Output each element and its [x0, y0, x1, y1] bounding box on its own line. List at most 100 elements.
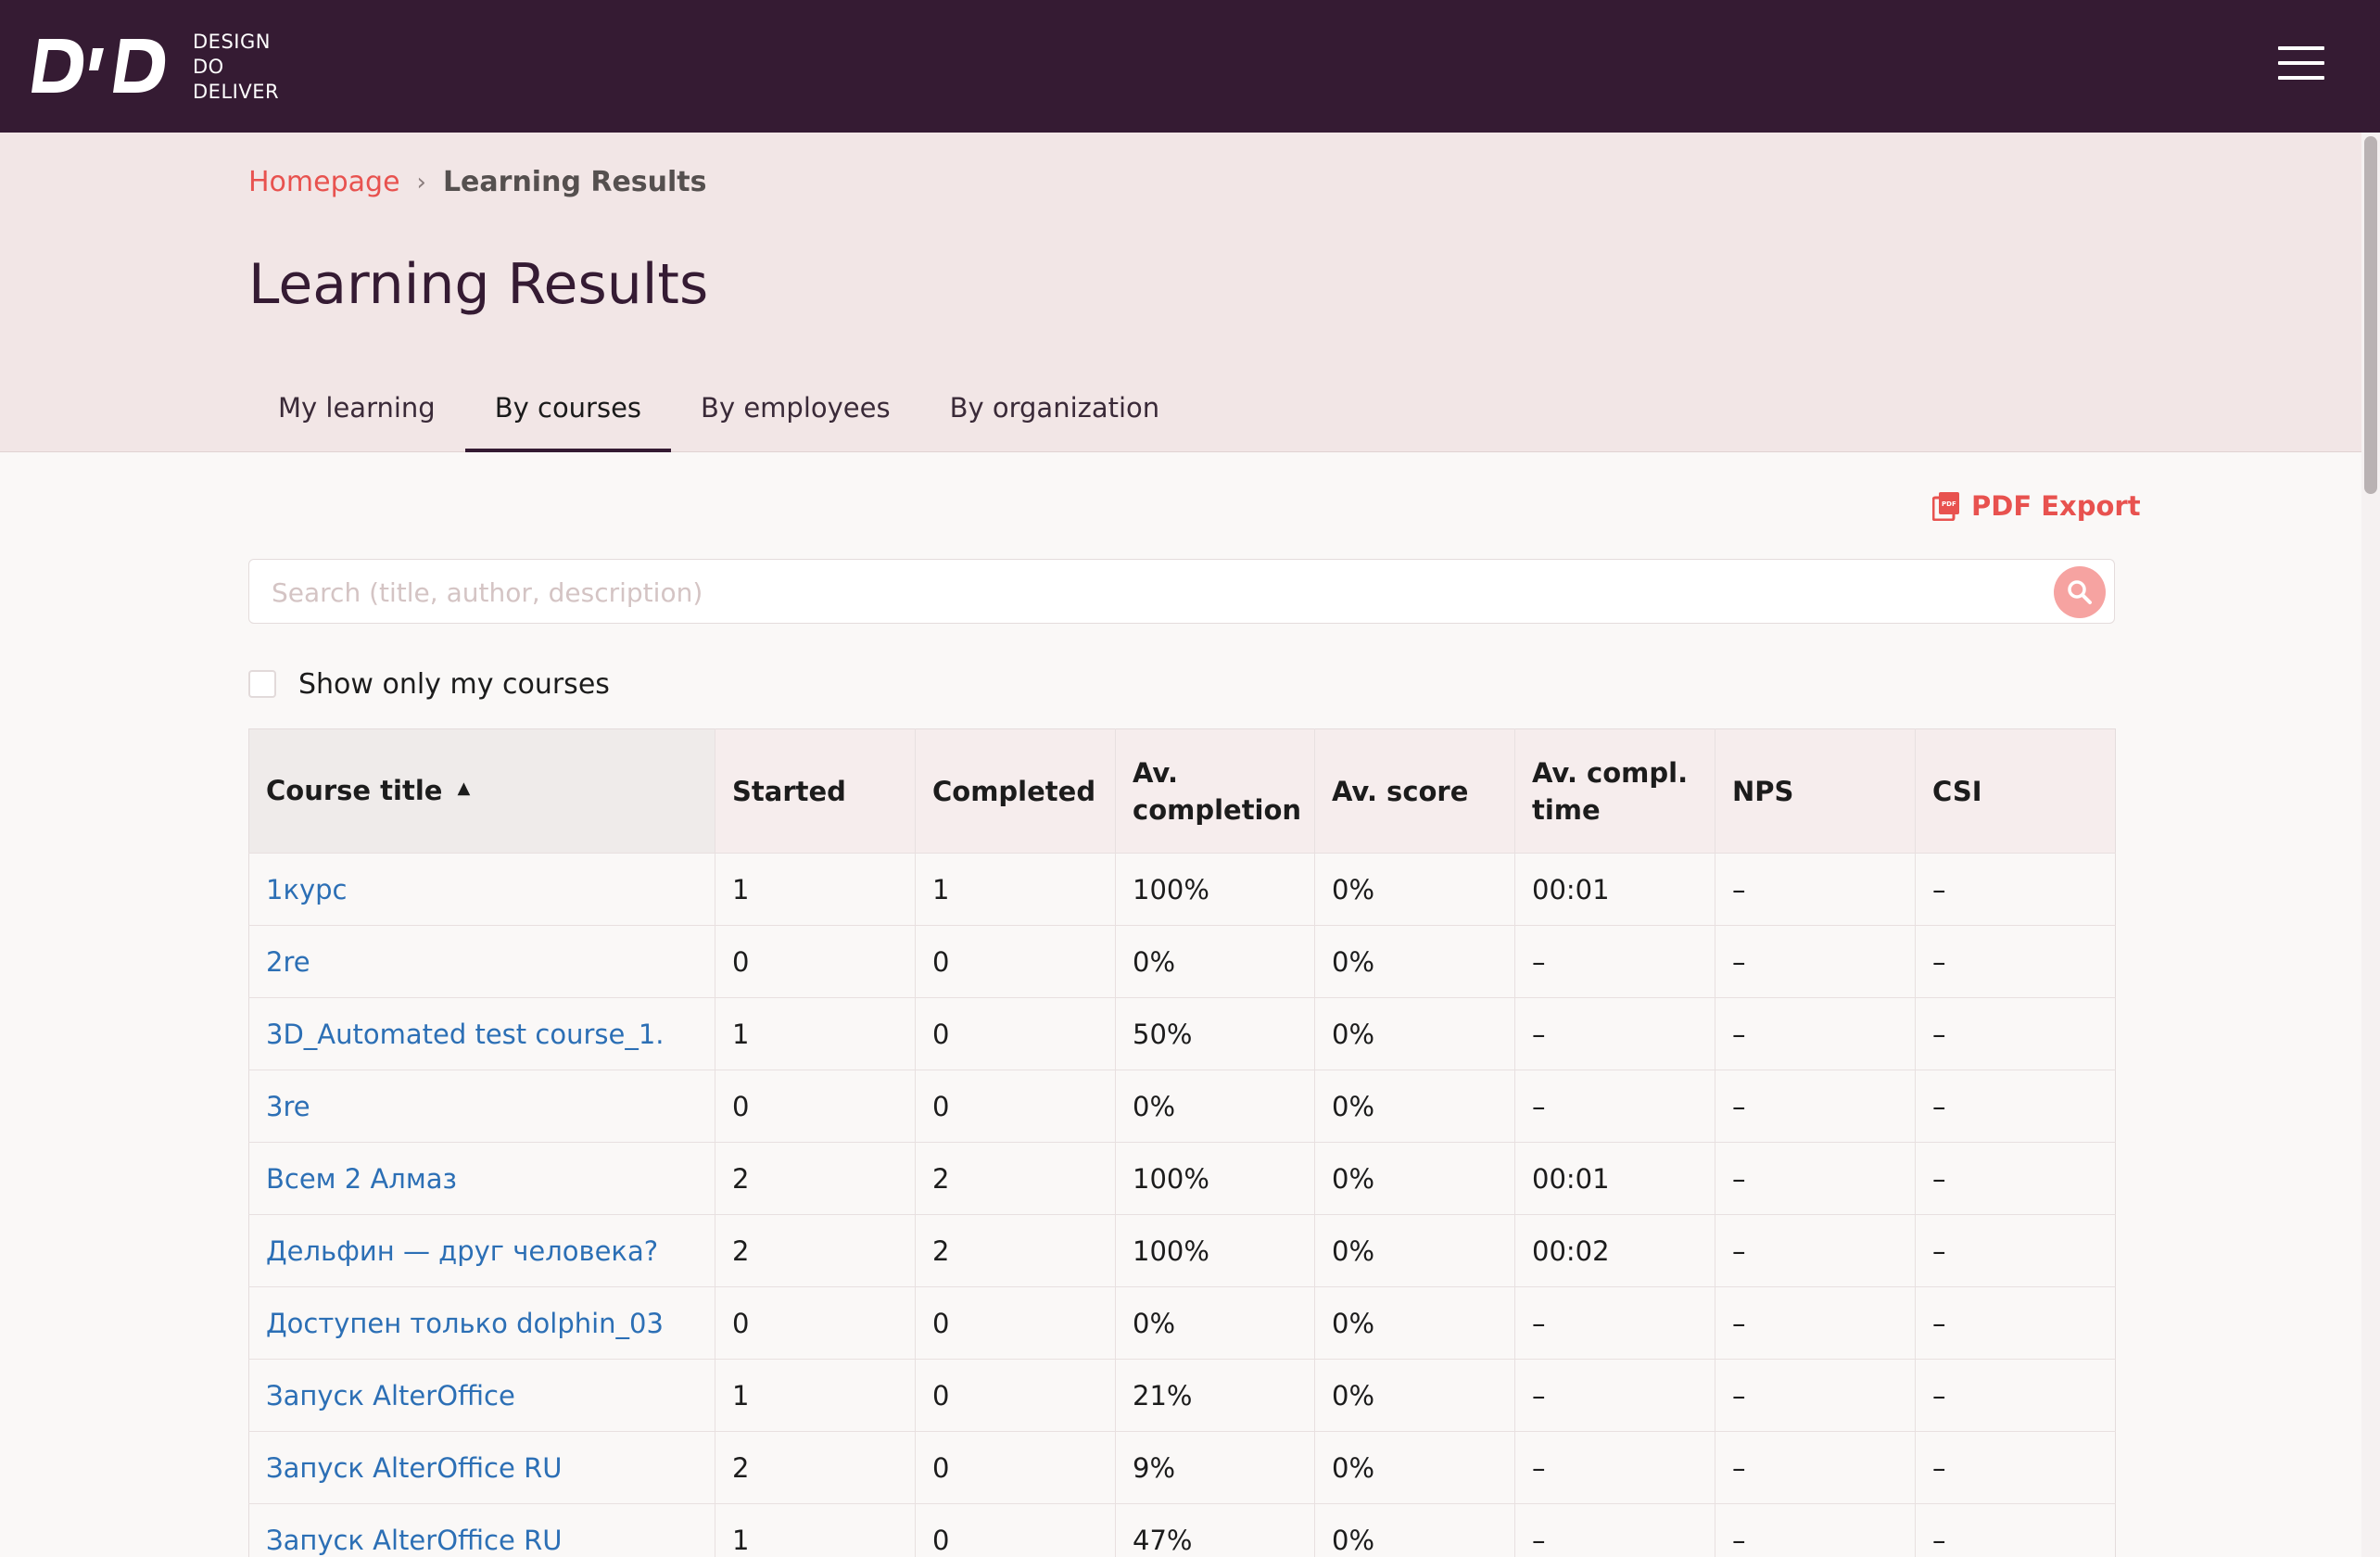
chevron-right-icon: ›: [416, 169, 426, 196]
cell-course-title[interactable]: Дельфин — друг человека?: [248, 1214, 715, 1287]
cell-av-completion: 9%: [1115, 1431, 1315, 1504]
cell-nps: –: [1715, 1503, 1916, 1557]
column-header-course-title[interactable]: Course title ▲: [248, 728, 715, 854]
top-navigation-bar: DESIGN DO DELIVER: [0, 0, 2380, 133]
search-icon: [2068, 580, 2092, 604]
cell-av-score: 0%: [1314, 1070, 1515, 1143]
cell-started: 2: [715, 1142, 916, 1215]
hamburger-menu-icon[interactable]: [2272, 46, 2330, 85]
tab-my-learning[interactable]: My learning: [248, 375, 465, 452]
cell-av-compl-time: 00:01: [1514, 1142, 1715, 1215]
cell-csi: –: [1932, 1090, 1946, 1122]
cell-av-score: 0%: [1314, 1142, 1515, 1215]
tab-by-employees[interactable]: By employees: [671, 375, 920, 452]
cell-av-completion: 21%: [1115, 1359, 1315, 1432]
breadcrumb: Homepage › Learning Results: [248, 164, 707, 201]
search-button[interactable]: [2054, 566, 2106, 618]
breadcrumb-current: Learning Results: [442, 166, 707, 198]
cell-started: 0: [715, 1286, 916, 1360]
cell-av-completion: 0%: [1115, 1286, 1315, 1360]
cell-started: 1: [715, 1359, 916, 1432]
cell-av-score: 0%: [1314, 1431, 1515, 1504]
cell-course-title[interactable]: 2re: [248, 925, 715, 998]
cell-av-completion: 100%: [1115, 1142, 1315, 1215]
cell-course-title[interactable]: Доступен только dolphin_03: [248, 1286, 715, 1360]
table-body: 1курс 1 1 100% 0% 00:01– –2re 0 0 0% 0% – – –3D_Autom…: [248, 853, 2116, 1557]
cell-completed: 0: [915, 1286, 1116, 1360]
cell-course-title[interactable]: 1курс: [248, 853, 715, 926]
cell-started: 0: [715, 1070, 916, 1143]
search-input[interactable]: [272, 571, 2032, 614]
cell-completed: 0: [915, 1359, 1116, 1432]
column-header-completed[interactable]: Completed: [915, 728, 1116, 854]
cell-av-score: 0%: [1314, 1214, 1515, 1287]
cell-nps: –: [1715, 1431, 1916, 1504]
column-header-csi[interactable]: CSI: [1916, 729, 2116, 854]
cell-course-title[interactable]: Запуск AlterOffice RU: [248, 1431, 715, 1504]
cell-csi: –: [1932, 1451, 1946, 1484]
table-row[interactable]: 2re 0 0 0% 0% – – –: [248, 925, 2116, 998]
table-row[interactable]: Доступен только dolphin_03 0 0 0% 0% – – –: [248, 1286, 2116, 1360]
search-box: [248, 559, 2115, 624]
cell-csi: –: [1932, 1162, 1946, 1195]
column-header-av-score[interactable]: Av. score: [1314, 728, 1515, 854]
tab-by-organization[interactable]: By organization: [920, 375, 1190, 452]
svg-text:PDF: PDF: [1942, 500, 1956, 508]
cell-av-compl-time: 00:02: [1514, 1214, 1715, 1287]
cell-av-compl-time: –: [1514, 925, 1715, 998]
show-only-my-courses-toggle[interactable]: Show only my courses: [248, 665, 610, 703]
pdf-export-label: PDF Export: [1971, 490, 2141, 522]
cell-av-compl-time: –: [1514, 1431, 1715, 1504]
cell-av-completion: 47%: [1115, 1503, 1315, 1557]
cell-csi: –: [1932, 1307, 1946, 1339]
brand-line-deliver: DELIVER: [193, 81, 280, 103]
courses-results-table: Course title ▲ Started Completed Av. comp…: [248, 728, 2116, 1557]
cell-nps: –: [1715, 997, 1916, 1070]
cell-course-title[interactable]: Запуск AlterOffice: [248, 1359, 715, 1432]
column-header-nps[interactable]: NPS: [1715, 728, 1916, 854]
cell-csi: –: [1932, 945, 1946, 978]
table-row[interactable]: 3D_Automated test course_1. 1 0 50% 0% – – –: [248, 997, 2116, 1070]
cell-completed: 0: [915, 997, 1116, 1070]
cell-csi: –: [1932, 1234, 1946, 1267]
page-scrollbar-thumb[interactable]: [2364, 136, 2377, 494]
tab-by-courses[interactable]: By courses: [464, 375, 672, 452]
cell-course-title[interactable]: 3re: [248, 1070, 715, 1143]
table-row[interactable]: Запуск AlterOffice 1 0 21% 0% – – –: [248, 1359, 2116, 1432]
cell-completed: 0: [915, 1070, 1116, 1143]
cell-nps: –: [1715, 925, 1916, 998]
cell-course-title[interactable]: 3D_Automated test course_1.: [248, 997, 715, 1070]
pdf-icon: PDF: [1932, 492, 1959, 521]
column-header-av-completion[interactable]: Av. completion: [1115, 728, 1315, 854]
cell-av-score: 0%: [1314, 853, 1515, 926]
column-header-av-compl-time[interactable]: Av. compl. time: [1514, 728, 1715, 854]
table-row[interactable]: Запуск AlterOffice RU 1 0 47% 0% – – –: [248, 1503, 2116, 1557]
page-title: Learning Results: [248, 252, 709, 317]
cell-course-title[interactable]: Всем 2 Алмаз: [248, 1142, 715, 1215]
only-my-courses-label: Show only my courses: [298, 667, 610, 701]
cell-nps: –: [1715, 1070, 1916, 1143]
cell-av-completion: 100%: [1115, 853, 1315, 926]
breadcrumb-home-link[interactable]: Homepage: [248, 164, 400, 201]
cell-av-score: 0%: [1314, 925, 1515, 998]
cell-nps: –: [1715, 1359, 1916, 1432]
cell-completed: 1: [915, 853, 1116, 926]
cell-av-compl-time: –: [1514, 1070, 1715, 1143]
cell-started: 1: [715, 853, 916, 926]
pdf-export-button[interactable]: PDF PDF Export: [1932, 489, 2141, 523]
cell-av-compl-time: –: [1514, 1359, 1715, 1432]
cell-av-compl-time: –: [1514, 1503, 1715, 1557]
table-row[interactable]: Дельфин — друг человека? 2 2 100% 0% 00:02– –: [248, 1214, 2116, 1287]
cell-av-compl-time: –: [1514, 1286, 1715, 1360]
cell-av-compl-time: 00:01: [1514, 853, 1715, 926]
table-row[interactable]: 3re 0 0 0% 0% – – –: [248, 1070, 2116, 1143]
table-row[interactable]: 1курс 1 1 100% 0% 00:01– –: [248, 853, 2116, 926]
page-header: Homepage › Learning Results Learning Res…: [0, 133, 2380, 452]
column-header-started[interactable]: Started: [715, 728, 916, 854]
table-row[interactable]: Запуск AlterOffice RU 2 0 9% 0% – – –: [248, 1431, 2116, 1504]
table-row[interactable]: Всем 2 Алмаз 2 2 100% 0% 00:01– –: [248, 1142, 2116, 1215]
cell-av-score: 0%: [1314, 1359, 1515, 1432]
cell-course-title[interactable]: Запуск AlterOffice RU: [248, 1503, 715, 1557]
ddd-logo[interactable]: [32, 35, 171, 96]
only-my-courses-checkbox[interactable]: [248, 670, 276, 698]
